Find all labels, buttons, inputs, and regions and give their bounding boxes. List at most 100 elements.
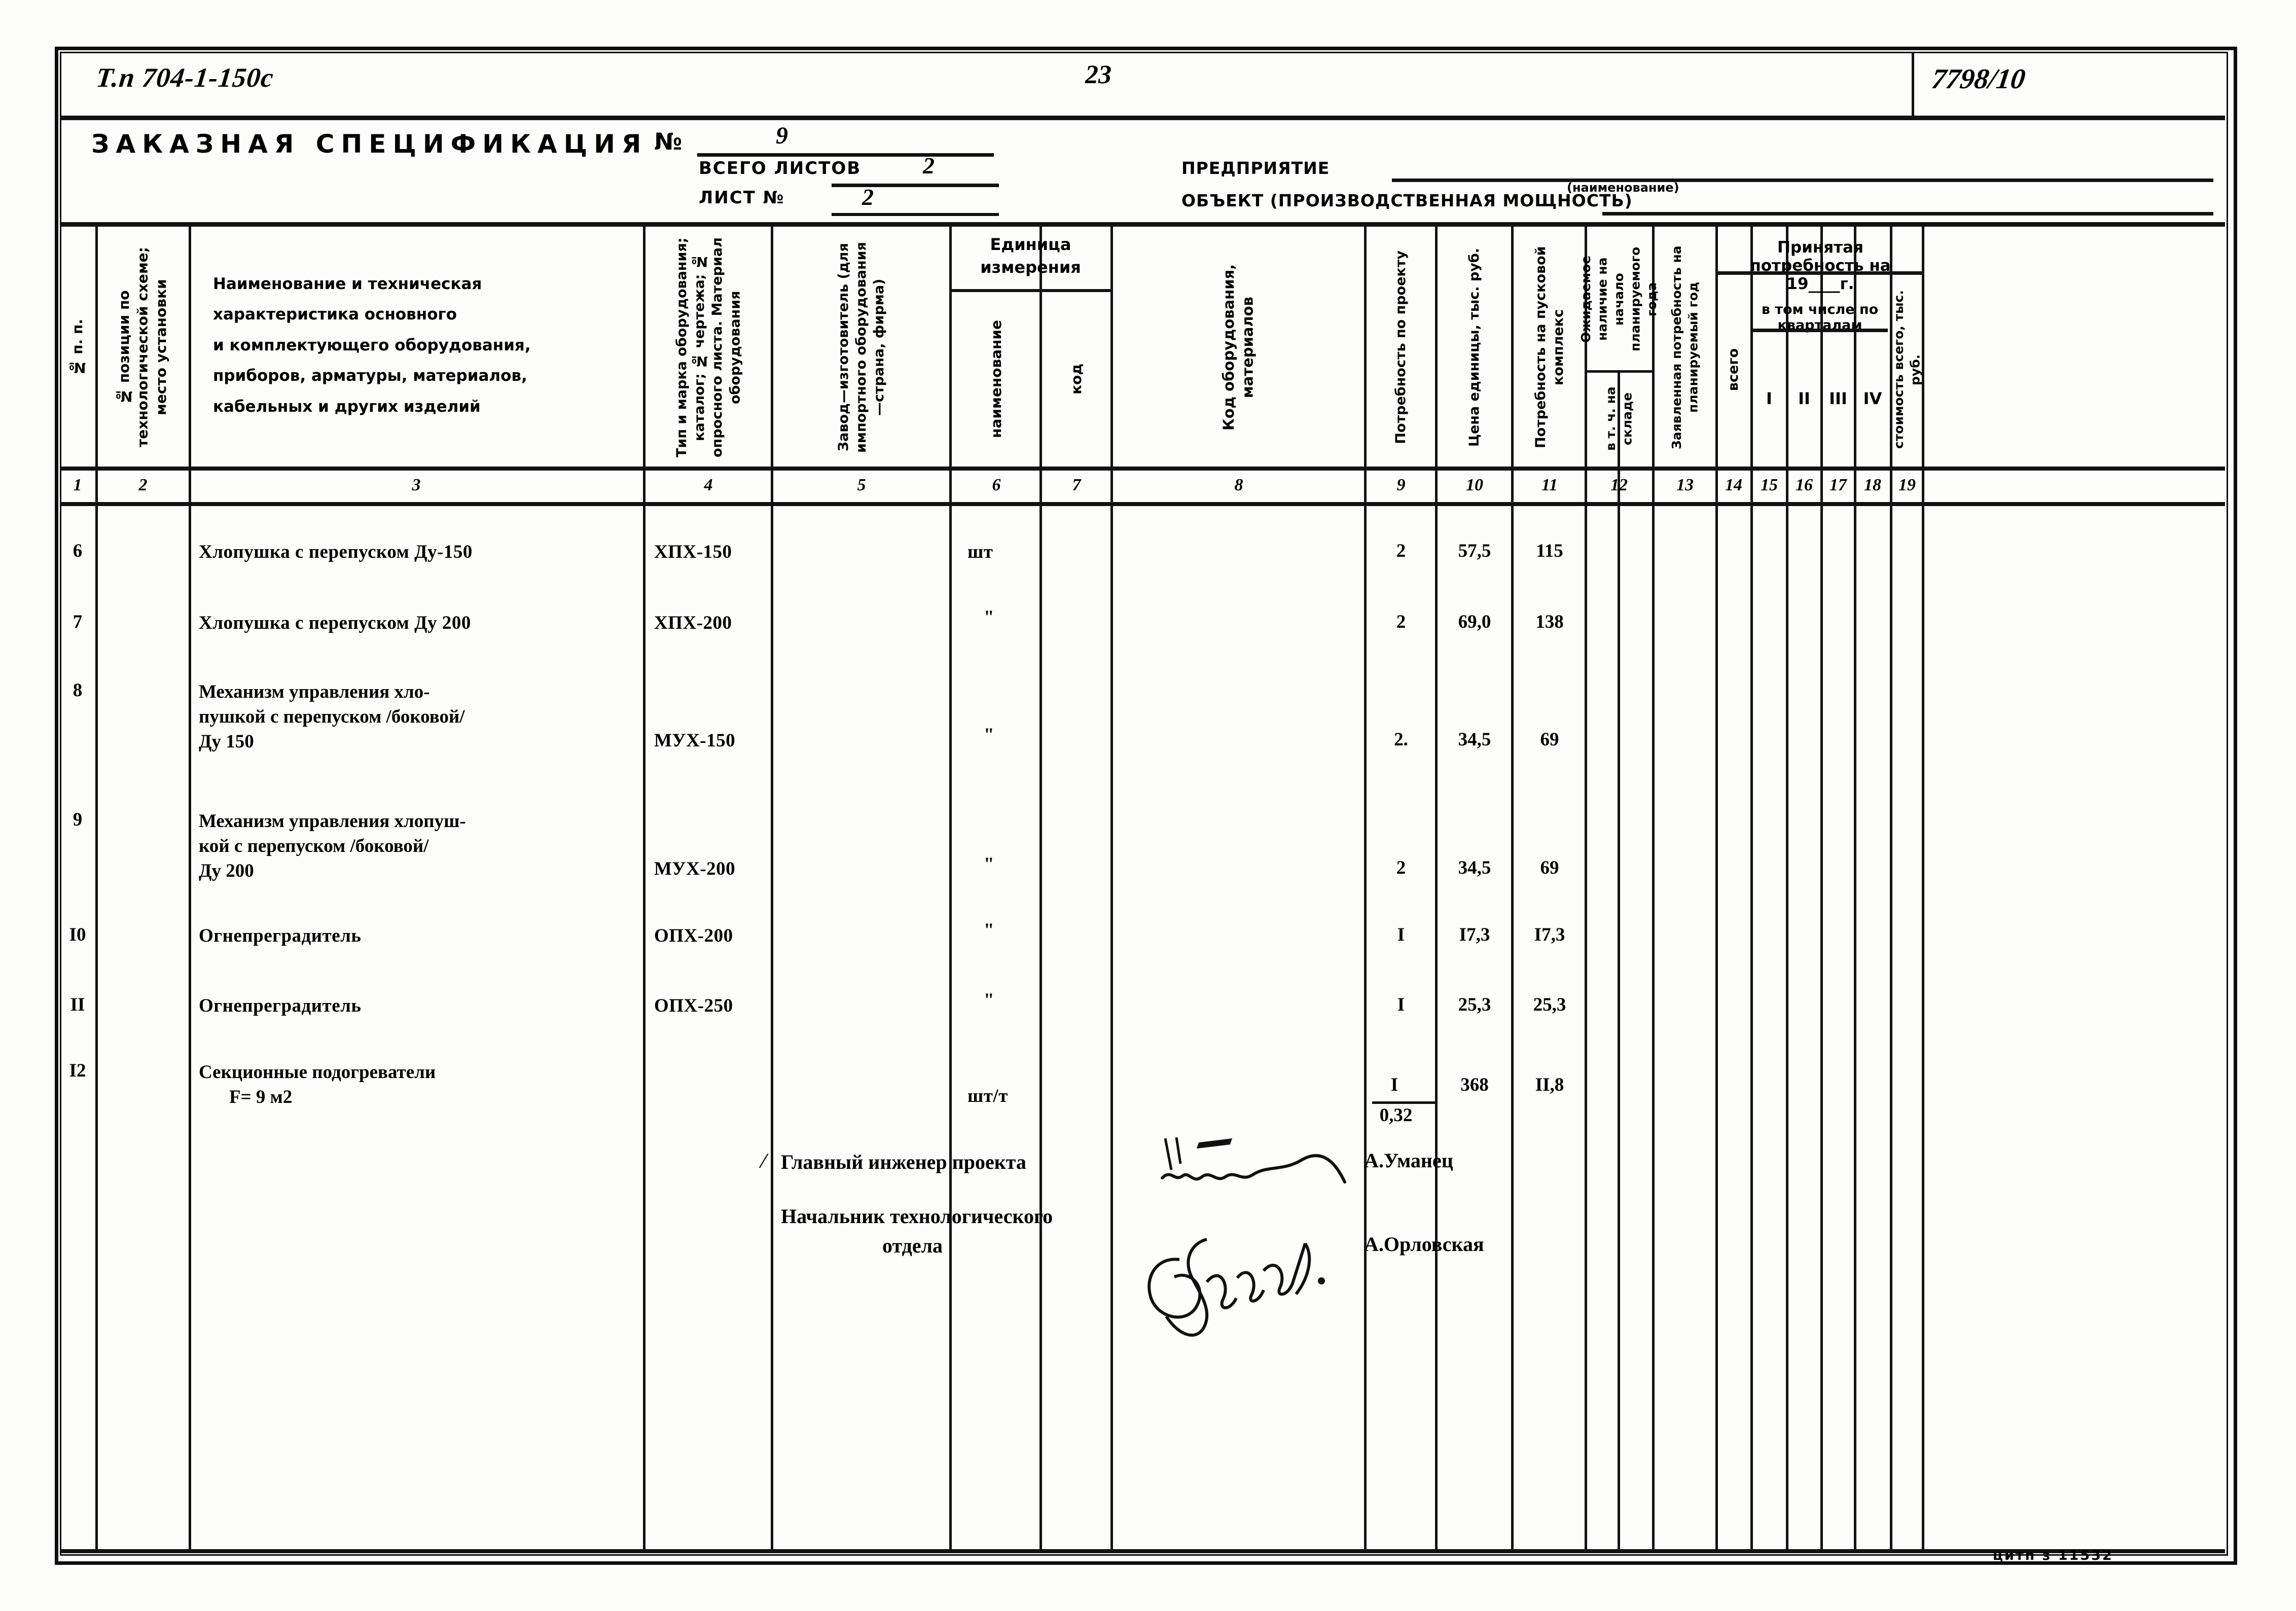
row-complex: 25,3 bbox=[1533, 994, 1566, 1015]
unit-group-rule bbox=[951, 289, 1110, 292]
col-sep-8-9 bbox=[1364, 226, 1367, 1553]
row-no: 8 bbox=[73, 680, 83, 701]
col-number-5: 5 bbox=[857, 476, 866, 494]
row-qty: I bbox=[1390, 1075, 1398, 1095]
signature-role-2: Начальник технологического отдела bbox=[781, 1205, 1053, 1257]
row-complex: 69 bbox=[1540, 729, 1559, 750]
col-header-16: II bbox=[1798, 388, 1810, 408]
page-number: 23 bbox=[1085, 60, 1111, 89]
colnum-row-bottom-rule bbox=[60, 502, 2225, 506]
row-qty: I bbox=[1397, 994, 1405, 1015]
top-strip-divider bbox=[60, 116, 2225, 120]
col-sep-10-11 bbox=[1511, 226, 1514, 1553]
row-unit: " bbox=[984, 725, 994, 745]
row-type: МУХ-150 bbox=[654, 730, 736, 751]
col-number-2: 2 bbox=[138, 476, 148, 494]
row-unit: " bbox=[984, 854, 994, 875]
col-number-6: 6 bbox=[992, 476, 1001, 494]
object-rule bbox=[1602, 212, 2213, 216]
col-header-3: Наименование и техническая характеристик… bbox=[213, 275, 531, 416]
col-sep-14-15 bbox=[1750, 226, 1753, 1553]
row-price: 25,3 bbox=[1458, 994, 1491, 1015]
accepted-group-rule bbox=[1717, 271, 1923, 275]
col-sep-7-8 bbox=[1110, 226, 1113, 1553]
row-qty-fraction-bar bbox=[1372, 1101, 1436, 1104]
spec-no-value: 9 bbox=[776, 122, 788, 149]
col-number-19: 19 bbox=[1898, 476, 1916, 494]
row-price: 34,5 bbox=[1458, 729, 1491, 750]
col-header-12-sub: в т. ч. на складе bbox=[1603, 386, 1635, 451]
print-stamp: цитп з 11532 bbox=[1993, 1548, 2113, 1563]
col-number-15: 15 bbox=[1761, 476, 1778, 494]
col-header-9: Потребность по проекту bbox=[1393, 250, 1409, 444]
row-price: 57,5 bbox=[1458, 541, 1491, 561]
col-sep-3-4 bbox=[643, 226, 645, 1553]
row-no: 6 bbox=[73, 541, 83, 561]
col-sep-11-12 bbox=[1585, 226, 1587, 1553]
row-complex: 138 bbox=[1535, 612, 1564, 632]
col-header-8: Код оборудования, материалов bbox=[1220, 264, 1257, 431]
row-complex: 115 bbox=[1536, 541, 1563, 561]
row-type: ОПХ-250 bbox=[654, 995, 733, 1016]
signature-name-1: А.Уманец bbox=[1364, 1149, 1453, 1172]
row-unit: шт/т bbox=[967, 1086, 1008, 1106]
row-type: ОПХ-200 bbox=[654, 925, 733, 946]
row-qty: I bbox=[1397, 924, 1405, 945]
row-qty: 2 bbox=[1396, 541, 1406, 561]
row-price: 34,5 bbox=[1458, 857, 1491, 878]
col-number-12: 12 bbox=[1610, 476, 1628, 494]
row-name: Огнепреградитель bbox=[199, 925, 362, 946]
row-no: 7 bbox=[73, 612, 83, 632]
total-sheets-rule bbox=[832, 184, 999, 187]
col-header-4: Тип и марка оборудования; каталог; № чер… bbox=[673, 237, 743, 457]
object-label: ОБЪЕКТ (ПРОИЗВОДСТВЕННАЯ МОЩНОСТЬ) bbox=[1181, 191, 1633, 210]
signature-role-1: Главный инженер проекта bbox=[781, 1151, 1026, 1173]
row-price: 69,0 bbox=[1458, 612, 1491, 632]
col-number-9: 9 bbox=[1396, 476, 1406, 494]
sheet-no-value: 2 bbox=[862, 184, 874, 210]
sheet-no-rule bbox=[832, 213, 999, 216]
col-sep-9-10 bbox=[1435, 226, 1438, 1553]
col-header-6: наименование bbox=[987, 320, 1005, 438]
row-unit: " bbox=[984, 990, 994, 1011]
col-header-7: код bbox=[1067, 364, 1085, 395]
project-code: Т.п 704-1-150с bbox=[94, 62, 275, 93]
col-number-16: 16 bbox=[1796, 476, 1813, 494]
row-price: I7,3 bbox=[1459, 924, 1490, 945]
col-header-2: № позиции по технологической схеме; мест… bbox=[116, 247, 170, 448]
row-type: ХПХ-200 bbox=[654, 613, 732, 633]
col-number-7: 7 bbox=[1072, 476, 1081, 494]
row-unit: " bbox=[984, 607, 994, 628]
row-no: I0 bbox=[69, 924, 86, 945]
signature-name-2: А.Орловская bbox=[1364, 1233, 1484, 1256]
col-number-3: 3 bbox=[412, 476, 421, 494]
page-title: ЗАКАЗНАЯ СПЕЦИФИКАЦИЯ bbox=[91, 129, 648, 159]
col-sep-5-6 bbox=[949, 226, 952, 1553]
col-header-12: Ожидаемое наличие на начало планируемого… bbox=[1578, 246, 1659, 352]
row-no: I2 bbox=[69, 1060, 86, 1081]
signature-mark-2 bbox=[1147, 1238, 1325, 1337]
col-sep-1-2 bbox=[95, 226, 98, 1553]
total-sheets-value: 2 bbox=[923, 153, 935, 178]
document-page: Т.п 704-1-150с 23 7798/10 ЗАКАЗНАЯ СПЕЦИ… bbox=[0, 0, 2296, 1611]
row-name: Механизм управления хло- пушкой с перепу… bbox=[199, 682, 465, 753]
col-header-11: Потребность на пусковой комплекс bbox=[1532, 246, 1566, 449]
row-name: Секционные подогреватели F= 9 м2 bbox=[199, 1062, 436, 1108]
row-qty: 2. bbox=[1394, 729, 1408, 750]
col-header-10: Цена единицы, тыс. руб. bbox=[1466, 247, 1483, 447]
col-header-17: III bbox=[1829, 388, 1847, 408]
row-name: Огнепреградитель bbox=[199, 995, 362, 1016]
col-header-15: I bbox=[1766, 388, 1772, 408]
row-name: Хлопушка с перепуском Ду-150 bbox=[199, 542, 473, 562]
col-number-10: 10 bbox=[1466, 476, 1483, 494]
row-qty-denominator: 0,32 bbox=[1379, 1105, 1413, 1126]
col-header-group-unit: Единица измерения bbox=[980, 235, 1081, 277]
sheet-no-label: ЛИСТ № bbox=[699, 188, 785, 208]
document-code: 7798/10 bbox=[1929, 63, 2027, 95]
col-header-5: Завод—изготовитель (для импортного обору… bbox=[836, 242, 887, 453]
col-number-18: 18 bbox=[1864, 476, 1881, 494]
row-complex: II,8 bbox=[1535, 1075, 1564, 1095]
signature-mark-1 bbox=[1161, 1137, 1346, 1184]
code-box-divider bbox=[1912, 52, 1914, 116]
col-number-17: 17 bbox=[1829, 476, 1847, 494]
